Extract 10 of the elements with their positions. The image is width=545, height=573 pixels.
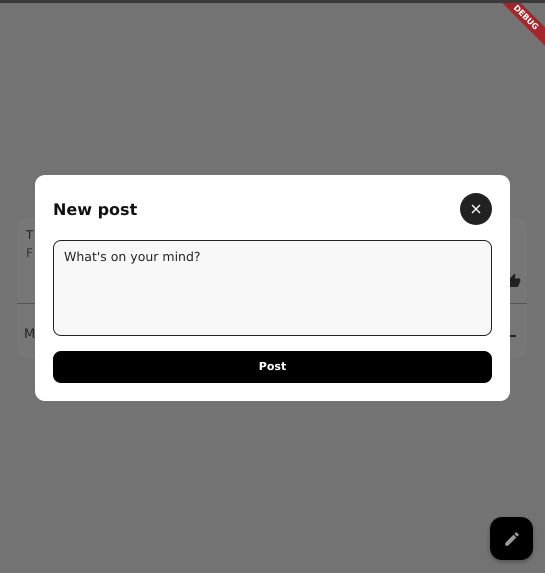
post-button[interactable]: Post [53,350,492,383]
card-title: T [26,228,34,242]
close-button[interactable] [460,193,492,225]
card-field-label: M [24,327,36,342]
dialog-title: New post [53,200,138,218]
edit-button[interactable] [490,517,533,560]
pencil-icon [502,530,520,548]
close-icon [471,204,481,214]
post-input-field[interactable]: What's on your mind? [53,240,492,336]
card-subtitle: F [26,246,33,260]
